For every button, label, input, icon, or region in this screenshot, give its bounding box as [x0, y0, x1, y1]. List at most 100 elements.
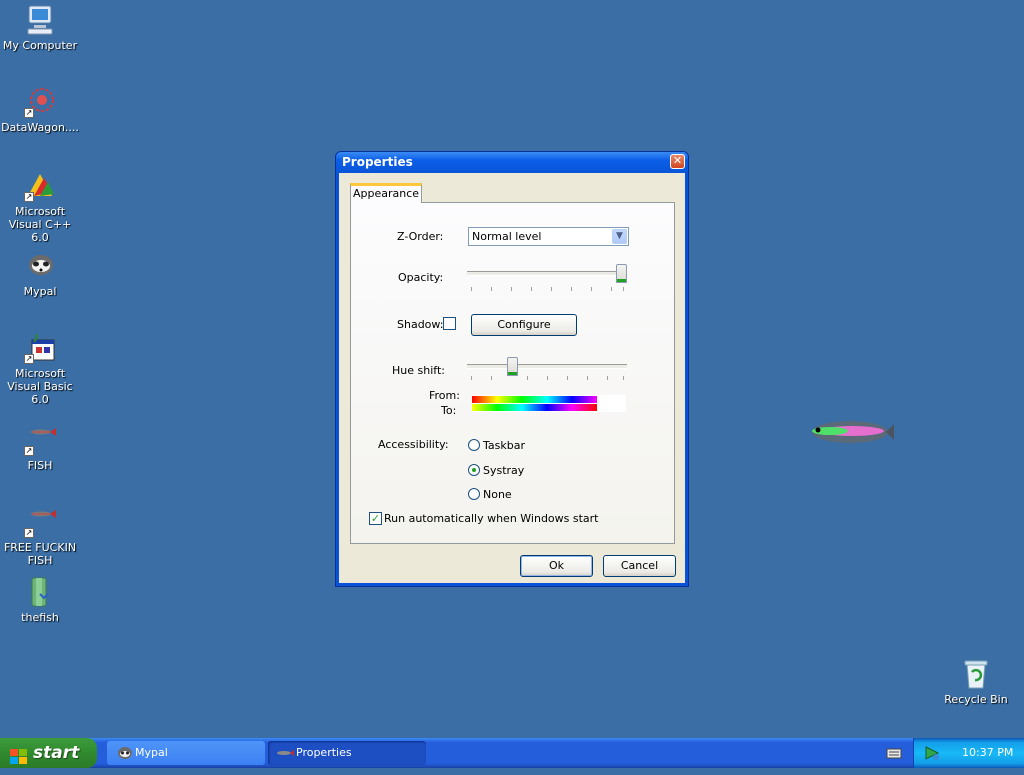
start-button[interactable]: start [0, 738, 97, 768]
slider-tick [491, 287, 492, 291]
slider-tick [623, 287, 624, 291]
shadow-checkbox[interactable] [443, 317, 456, 330]
mypal-icon [117, 745, 133, 770]
taskbar-item-mypal[interactable]: Mypal [107, 741, 265, 765]
desktop-icon-fish[interactable]: ↗ FISH [0, 424, 80, 472]
slider-tick [623, 376, 624, 380]
taskbar-item-label: Mypal [135, 746, 168, 759]
tray-app-icon[interactable] [924, 745, 940, 761]
zorder-label: Z-Order: [397, 230, 444, 243]
hue-shift-slider[interactable] [467, 356, 629, 386]
radio-systray[interactable] [468, 464, 480, 476]
desktop-icon-free-fish[interactable]: ↗ FREE FUCKIN FISH [0, 506, 80, 567]
to-spectrum [472, 404, 597, 411]
opacity-slider-thumb[interactable] [616, 264, 627, 283]
datawagon-icon: ↗ [24, 86, 56, 118]
fish-icon: ↗ [24, 424, 56, 456]
slider-tick [471, 287, 472, 291]
taskbar-item-label: Properties [296, 746, 352, 759]
from-label: From: [429, 389, 460, 402]
zorder-value: Normal level [472, 230, 542, 243]
hue-slider-thumb[interactable] [507, 357, 518, 376]
slider-tick [571, 287, 572, 291]
hue-slider-track [467, 364, 627, 369]
radio-none-label[interactable]: None [483, 488, 512, 501]
slider-tick [471, 376, 472, 380]
desktop-icon-label: FREE FUCKIN FISH [3, 541, 77, 567]
slider-tick [527, 376, 528, 380]
accessibility-label: Accessibility: [378, 438, 449, 451]
desktop-icon-mypal[interactable]: Mypal [0, 250, 80, 298]
dialog-titlebar[interactable]: Properties ✕ [336, 152, 688, 173]
clock[interactable]: 10:37 PM [962, 746, 1013, 759]
slider-tick [551, 287, 552, 291]
shortcut-arrow-icon: ↗ [24, 108, 34, 118]
desktop-icon-thefish[interactable]: thefish [0, 576, 80, 624]
slider-tick [587, 376, 588, 380]
taskbar-item-properties[interactable]: Properties [268, 741, 426, 765]
system-tray: 10:37 PM [913, 738, 1024, 768]
desktop-fish-image [800, 414, 894, 450]
autorun-checkbox[interactable]: ✓ [369, 512, 382, 525]
from-spectrum [472, 396, 597, 403]
desktop-icon-datawagon[interactable]: ↗ DataWagon.... [0, 86, 80, 134]
fish-icon [276, 745, 294, 770]
slider-tick [547, 376, 548, 380]
desktop-icon-label: Microsoft Visual C++ 6.0 [8, 205, 72, 244]
desktop-icon-label: Microsoft Visual Basic 6.0 [7, 367, 73, 406]
shortcut-arrow-icon: ↗ [24, 192, 34, 202]
slider-tick [607, 376, 608, 380]
desktop-icon-visual-cpp[interactable]: ↗ Microsoft Visual C++ 6.0 [0, 170, 80, 244]
configure-button[interactable]: Configure [471, 314, 577, 336]
cancel-button[interactable]: Cancel [603, 555, 676, 577]
slider-tick [511, 287, 512, 291]
slider-tick [591, 287, 592, 291]
visual-cpp-icon: ↗ [24, 170, 56, 202]
radio-systray-label[interactable]: Systray [483, 464, 524, 477]
dialog-title: Properties [342, 155, 413, 169]
close-button[interactable]: ✕ [670, 154, 685, 169]
close-icon: ✕ [672, 154, 683, 167]
keyboard-icon[interactable] [886, 746, 902, 760]
computer-icon [24, 4, 56, 36]
to-label: To: [441, 404, 457, 417]
radio-taskbar-label[interactable]: Taskbar [483, 439, 525, 452]
visual-basic-icon: ↗ [24, 332, 56, 364]
shadow-label: Shadow: [397, 318, 444, 331]
opacity-slider[interactable] [467, 263, 629, 293]
dialog-body: Appearance Z-Order: Normal level ▼ Opaci… [339, 173, 685, 583]
properties-dialog: Properties ✕ Appearance Z-Order: Normal … [335, 151, 689, 587]
desktop-icon-label: Recycle Bin [944, 693, 1008, 706]
autorun-label[interactable]: Run automatically when Windows start [384, 512, 599, 525]
slider-tick [531, 287, 532, 291]
chevron-down-icon[interactable]: ▼ [612, 229, 627, 244]
desktop-icon-my-computer[interactable]: My Computer [0, 4, 80, 52]
tab-appearance[interactable]: Appearance [350, 183, 422, 203]
windows-flag-icon [10, 745, 27, 764]
start-label: start [33, 743, 80, 763]
shortcut-arrow-icon: ↗ [24, 528, 34, 538]
taskbar: start Mypal Properties 10:37 PM [0, 738, 1024, 768]
folder-icon [24, 576, 56, 608]
opacity-slider-track [467, 271, 627, 276]
desktop-icon-visual-basic[interactable]: ↗ Microsoft Visual Basic 6.0 [0, 332, 80, 406]
shortcut-arrow-icon: ↗ [24, 354, 34, 364]
appearance-panel: Z-Order: Normal level ▼ Opacity: Shadow:… [350, 202, 675, 544]
desktop-icon-label: DataWagon.... [1, 121, 79, 134]
shortcut-arrow-icon: ↗ [24, 446, 34, 456]
desktop-icon-label: thefish [21, 611, 59, 624]
radio-none[interactable] [468, 488, 480, 500]
desktop-icon-label: FISH [27, 459, 53, 472]
recycle-bin-icon [960, 658, 992, 690]
slider-tick [567, 376, 568, 380]
fish-icon: ↗ [24, 506, 56, 538]
desktop-icon-label: My Computer [2, 39, 78, 52]
desktop-icon-recycle-bin[interactable]: Recycle Bin [936, 658, 1016, 706]
desktop-icon-label: Mypal [23, 285, 57, 298]
zorder-select[interactable]: Normal level ▼ [468, 227, 629, 246]
slider-tick [611, 287, 612, 291]
radio-taskbar[interactable] [468, 439, 480, 451]
hue-preview [472, 395, 626, 412]
slider-tick [491, 376, 492, 380]
ok-button[interactable]: Ok [520, 555, 593, 577]
